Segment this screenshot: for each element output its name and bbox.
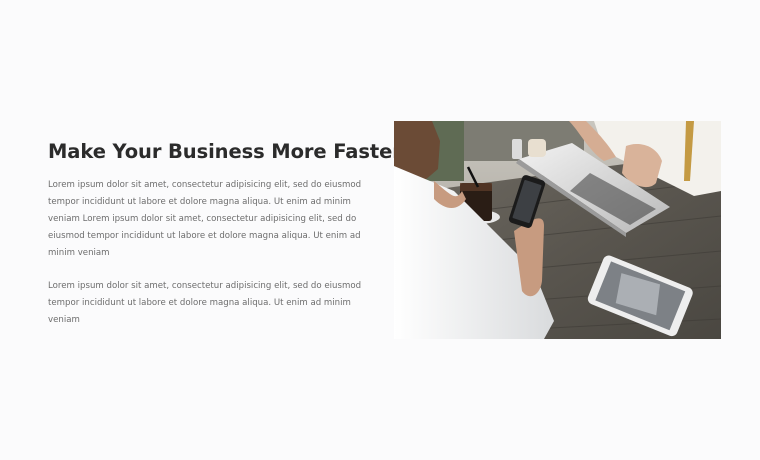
business-meeting-photo — [394, 121, 721, 339]
about-section: Make Your Business More Faster Lorem ips… — [0, 0, 760, 460]
section-title: Make Your Business More Faster — [48, 140, 402, 163]
paragraph-1: Lorem ipsum dolor sit amet, consectetur … — [48, 180, 362, 258]
paragraph-2: Lorem ipsum dolor sit amet, consectetur … — [48, 281, 362, 325]
text-column: Make Your Business More Faster Lorem ips… — [48, 138, 402, 329]
